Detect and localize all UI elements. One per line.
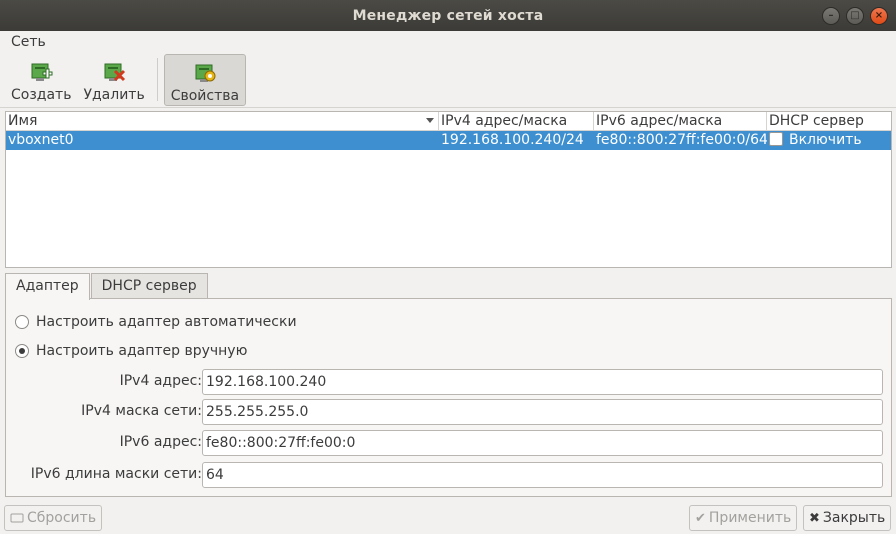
network-add-icon	[31, 63, 53, 81]
close-label: Закрыть	[822, 510, 886, 526]
close-button[interactable]: ✖ Закрыть	[803, 505, 892, 531]
properties-label: Свойства	[170, 88, 240, 104]
column-name[interactable]: Имя	[6, 112, 439, 130]
ipv4-mask-input[interactable]	[202, 399, 883, 425]
toolbar: Создать Удалить Свойства	[0, 52, 896, 108]
dhcp-checkbox[interactable]	[769, 132, 783, 146]
checkmark-icon: ✔	[695, 510, 706, 526]
tab-adapter[interactable]: Адаптер	[5, 273, 90, 300]
network-properties-icon	[195, 64, 216, 82]
auto-config-option[interactable]: Настроить адаптер автоматически	[15, 314, 297, 330]
auto-config-radio[interactable]	[15, 315, 29, 329]
ipv6-prefix-input[interactable]	[202, 462, 883, 488]
ipv4-address-label: IPv4 адрес:	[119, 373, 202, 389]
ipv4-address-row: IPv4 адрес:	[6, 369, 891, 395]
manual-config-radio[interactable]	[15, 344, 29, 358]
ipv6-address-input[interactable]	[202, 430, 883, 456]
window-title: Менеджер сетей хоста	[352, 7, 544, 24]
manual-config-label: Настроить адаптер вручную	[36, 343, 248, 359]
tab-bar: Адаптер DHCP сервер	[5, 273, 209, 300]
create-label: Создать	[11, 87, 72, 103]
row-ipv4: 192.168.100.240/24	[441, 132, 584, 148]
minimize-button[interactable]: –	[822, 7, 840, 25]
ipv4-address-input[interactable]	[202, 369, 883, 395]
column-dhcp[interactable]: DHCP сервер	[767, 112, 891, 130]
networks-table: Имя IPv4 адрес/маска IPv6 адрес/маска DH…	[5, 111, 892, 268]
sort-arrow-icon	[426, 118, 434, 123]
table-header: Имя IPv4 адрес/маска IPv6 адрес/маска DH…	[6, 112, 891, 131]
table-row[interactable]: vboxnet0 192.168.100.240/24 fe80::800:27…	[6, 131, 891, 150]
window-controls: – □ ×	[822, 7, 888, 25]
network-remove-icon	[104, 63, 126, 82]
auto-config-label: Настроить адаптер автоматически	[36, 314, 297, 330]
adapter-panel: Настроить адаптер автоматически Настроит…	[5, 298, 892, 497]
reset-button[interactable]: Сбросить	[4, 505, 103, 531]
manual-config-option[interactable]: Настроить адаптер вручную	[15, 343, 247, 359]
maximize-button[interactable]: □	[846, 7, 864, 25]
toolbar-separator	[156, 58, 158, 101]
remove-label: Удалить	[83, 87, 145, 103]
title-bar: Менеджер сетей хоста – □ ×	[0, 0, 896, 31]
tab-dhcp-server[interactable]: DHCP сервер	[90, 273, 208, 299]
reset-icon	[10, 513, 24, 523]
ipv6-address-row: IPv6 адрес:	[6, 430, 891, 456]
row-name: vboxnet0	[8, 132, 74, 148]
row-dhcp: Включить	[767, 131, 891, 150]
apply-label: Применить	[708, 510, 792, 526]
apply-button[interactable]: ✔ Применить	[689, 505, 798, 531]
ipv4-mask-label: IPv4 маска сети:	[81, 403, 202, 419]
create-button[interactable]: Создать	[5, 54, 77, 106]
menu-network[interactable]: Сеть	[11, 34, 46, 50]
column-ipv4[interactable]: IPv4 адрес/маска	[439, 112, 594, 130]
ipv6-prefix-row: IPv6 длина маски сети:	[6, 462, 891, 488]
properties-button[interactable]: Свойства	[163, 54, 247, 106]
menu-bar: Сеть	[0, 31, 896, 52]
ipv4-mask-row: IPv4 маска сети:	[6, 399, 891, 425]
dhcp-checkbox-label: Включить	[789, 132, 862, 148]
remove-button[interactable]: Удалить	[77, 54, 150, 106]
column-name-label: Имя	[8, 113, 38, 129]
reset-label: Сбросить	[27, 510, 97, 526]
ipv6-prefix-label: IPv6 длина маски сети:	[30, 466, 202, 482]
row-ipv6: fe80::800:27ff:fe00:0/64	[596, 132, 767, 148]
close-icon: ✖	[809, 510, 820, 526]
column-ipv6[interactable]: IPv6 адрес/маска	[594, 112, 767, 130]
ipv6-address-label: IPv6 адрес:	[119, 434, 202, 450]
close-window-button[interactable]: ×	[870, 7, 888, 25]
